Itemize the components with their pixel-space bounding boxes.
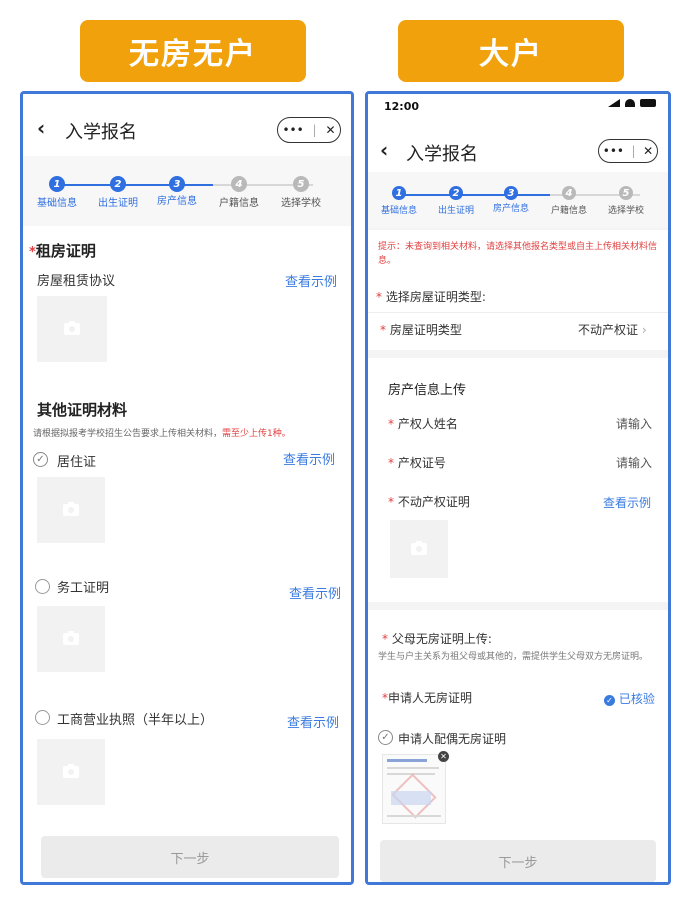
wifi-icon	[625, 99, 636, 107]
rental-agreement-label: 房屋租赁协议	[37, 274, 116, 289]
step-1-dot: 1	[49, 176, 65, 192]
owner-name-input[interactable]: 请输入	[616, 415, 652, 432]
step-3-dot: 3	[169, 176, 185, 192]
step-4-label: 户籍信息	[550, 206, 587, 216]
step-2-label: 出生证明	[98, 198, 138, 209]
upload-work-proof[interactable]	[37, 606, 105, 672]
camera-icon	[63, 502, 79, 516]
spouse-no-house-label: 申请人配偶无房证明	[398, 732, 507, 746]
page-title: 入学报名	[65, 122, 137, 143]
owner-name-label: * 产权人姓名	[388, 417, 458, 431]
step-3-label: 房产信息	[157, 196, 197, 207]
battery-icon	[640, 99, 657, 107]
chevron-right-icon: ›	[641, 323, 647, 337]
back-icon[interactable]: ‹	[37, 116, 45, 140]
item-residence-permit-label: 居住证	[57, 455, 97, 470]
cert-type-select[interactable]: 不动产权证 ›	[578, 321, 647, 338]
back-icon[interactable]: ‹	[380, 138, 388, 162]
close-icon[interactable]: ✕	[325, 123, 335, 137]
verified-badge: ✓ 已核验	[604, 690, 655, 707]
upload-property-cert[interactable]	[390, 520, 448, 578]
notice-text: 提示：未查询到相关材料，请选择其他报名类型或自主上传相关材料信息。	[378, 242, 658, 266]
more-icon[interactable]: •••	[603, 144, 624, 158]
view-example-link-business[interactable]: 查看示例	[287, 712, 339, 731]
close-icon[interactable]: ✕	[643, 144, 653, 158]
step-2-label: 出生证明	[437, 206, 474, 216]
cert-number-label: * 产权证号	[388, 456, 446, 470]
view-example-link-property[interactable]: 查看示例	[603, 494, 651, 511]
signal-icon	[608, 99, 620, 107]
camera-icon	[64, 321, 80, 335]
step-5-label: 选择学校	[607, 206, 644, 216]
step-4-label: 户籍信息	[219, 198, 259, 209]
rent-section-title: *租房证明	[29, 242, 96, 260]
cert-type-label: * 房屋证明类型	[380, 323, 462, 337]
tag-large-household: 大户	[398, 20, 624, 82]
step-1-dot: 1	[392, 186, 406, 200]
step-5-label: 选择学校	[281, 198, 321, 209]
cert-number-input[interactable]: 请输入	[616, 454, 652, 471]
next-step-button[interactable]: 下一步	[41, 836, 339, 878]
camera-icon	[63, 631, 79, 645]
view-example-link-residence[interactable]: 查看示例	[283, 449, 335, 468]
item-residence-permit-check[interactable]: ✓	[33, 452, 48, 467]
item-work-proof-radio[interactable]	[35, 579, 50, 594]
item-business-license-label: 工商营业执照（半年以上）	[57, 713, 214, 728]
other-section-title: 其他证明材料	[37, 401, 128, 419]
next-step-button[interactable]: 下一步	[380, 840, 656, 882]
step-4-dot: 4	[231, 176, 247, 192]
tag-no-house-no-hukou: 无房无户	[80, 20, 306, 82]
step-5-dot: 5	[293, 176, 309, 192]
mini-program-capsule[interactable]: ••• | ✕	[277, 117, 341, 143]
property-cert-label: * 不动产权证明	[388, 495, 470, 509]
view-example-link-work[interactable]: 查看示例	[289, 583, 341, 602]
check-badge-icon: ✓	[604, 695, 615, 706]
status-time: 12:00	[384, 100, 420, 113]
step-1-label: 基础信息	[37, 198, 77, 209]
remove-image-icon[interactable]: ✕	[438, 751, 449, 762]
more-icon[interactable]: •••	[282, 123, 303, 137]
step-2-dot: 2	[449, 186, 463, 200]
step-bar	[368, 172, 668, 228]
item-work-proof-label: 务工证明	[57, 581, 110, 596]
step-1-label: 基础信息	[380, 206, 417, 216]
applicant-no-house-label: *申请人无房证明	[382, 691, 473, 705]
upload-business-license[interactable]	[37, 739, 105, 805]
step-3-dot: 3	[504, 186, 518, 200]
step-5-dot: 5	[619, 186, 633, 200]
status-icons	[608, 99, 657, 110]
spouse-check[interactable]: ✓	[378, 730, 393, 745]
house-upload-title: 房产信息上传	[388, 383, 467, 398]
view-example-link-rent[interactable]: 查看示例	[285, 271, 337, 290]
mini-program-capsule[interactable]: ••• | ✕	[598, 139, 658, 163]
capsule-separator: |	[631, 144, 636, 158]
item-business-license-radio[interactable]	[35, 710, 50, 725]
select-type-label: * 选择房屋证明类型:	[376, 290, 486, 304]
step-2-dot: 2	[110, 176, 126, 192]
step-3-label: 房产信息	[492, 204, 529, 214]
parents-title: * 父母无房证明上传:	[382, 632, 492, 646]
parents-hint: 学生与户主关系为祖父母或其他的，需提供学生父母双方无房证明。	[378, 652, 649, 662]
page-title: 入学报名	[406, 144, 478, 165]
left-phone-screen: ‹ 入学报名 ••• | ✕ 1 2 3 4 5 基础信息 出生证明 房产信息 …	[20, 91, 354, 885]
camera-icon	[63, 764, 79, 778]
capsule-separator: |	[312, 123, 317, 137]
upload-rental-agreement[interactable]	[37, 296, 107, 362]
upload-residence-permit[interactable]	[37, 477, 105, 543]
step-4-dot: 4	[562, 186, 576, 200]
camera-icon	[411, 541, 427, 555]
other-section-hint: 请根据拟报考学校招生公告要求上传相关材料，需至少上传1种。	[33, 429, 291, 439]
uploaded-document-thumbnail[interactable]	[382, 754, 446, 824]
right-phone-screen: 12:00 ‹ 入学报名 ••• | ✕ 1 2 3 4 5 基础信息 出生证明…	[365, 91, 671, 885]
